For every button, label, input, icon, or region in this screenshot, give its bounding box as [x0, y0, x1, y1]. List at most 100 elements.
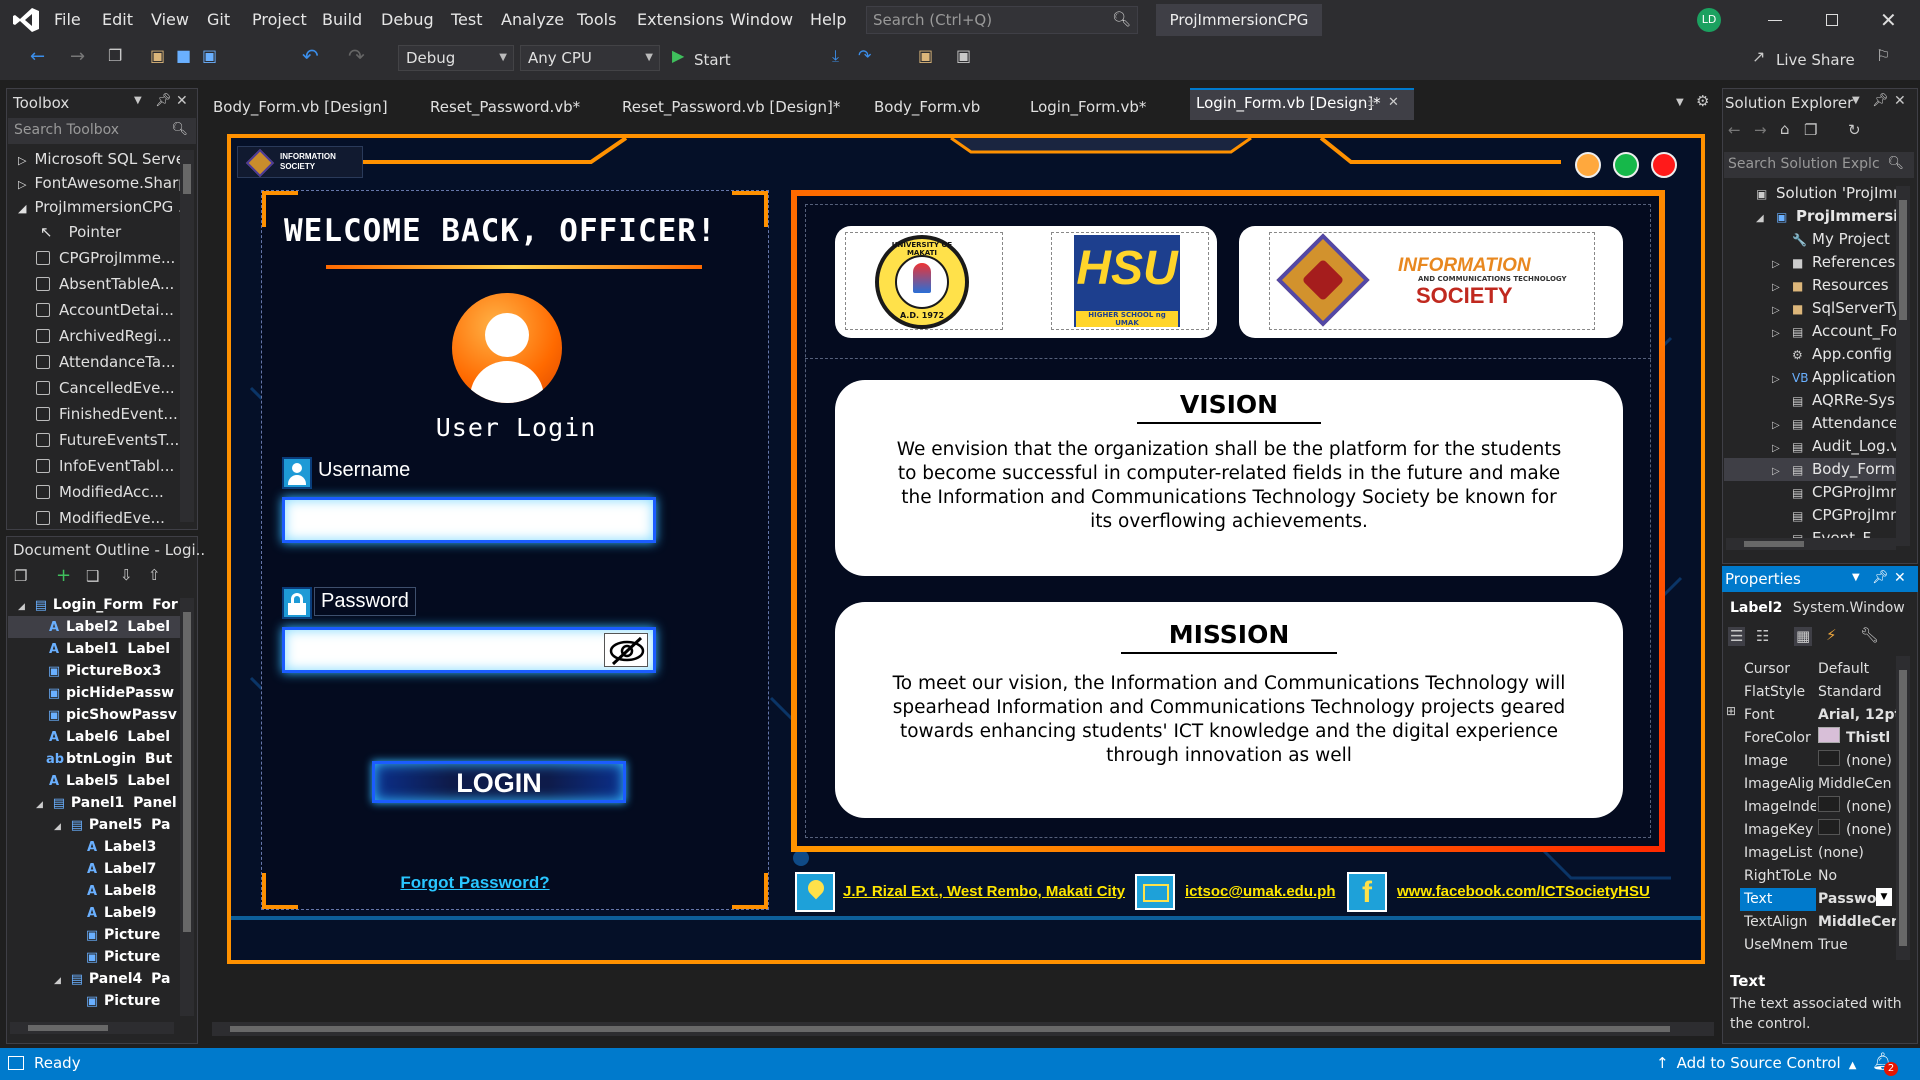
- outline-hscrollbar[interactable]: [10, 1022, 174, 1034]
- solution-item[interactable]: ▷ ■ Resources: [1772, 274, 1896, 297]
- new-project-icon[interactable]: ❐: [108, 48, 122, 64]
- outline-item[interactable]: ▣ Picture: [84, 946, 164, 968]
- solution-item[interactable]: ▤ CPGProjImm: [1772, 504, 1896, 527]
- close-icon[interactable]: ✕: [1894, 571, 1906, 585]
- tab-body-form-vb[interactable]: Body_Form.vb: [874, 93, 980, 123]
- menu-test[interactable]: Test: [451, 0, 483, 40]
- menu-file[interactable]: File: [54, 0, 81, 40]
- password-input[interactable]: [282, 627, 656, 673]
- scrollbar-thumb[interactable]: [1899, 670, 1907, 946]
- dot-minimize[interactable]: [1575, 152, 1601, 178]
- property-value[interactable]: No: [1818, 865, 1898, 888]
- menu-git[interactable]: Git: [207, 0, 230, 40]
- address-link[interactable]: J.P. Rizal Ext., West Rembo, Makati City: [843, 883, 1125, 900]
- expand-font-icon[interactable]: ⊞: [1726, 704, 1736, 718]
- outline-item[interactable]: A Label5 Label: [46, 770, 170, 792]
- outline-item[interactable]: ▣ Picture: [84, 990, 164, 1012]
- config-dropdown[interactable]: Debug ▼: [398, 45, 514, 71]
- outline-item[interactable]: ▣ PictureBox3: [46, 660, 165, 682]
- close-icon[interactable]: ✕: [1388, 95, 1399, 110]
- se-hscrollbar[interactable]: [1726, 538, 1896, 550]
- facebook-link[interactable]: www.facebook.com/ICTSocietyHSU: [1397, 883, 1650, 900]
- solution-item[interactable]: ▤ CPGProjImm: [1772, 481, 1896, 504]
- solution-item[interactable]: ▷▤ Body_Form.v: [1772, 458, 1896, 481]
- designer-hscroll[interactable]: [212, 1022, 1714, 1036]
- feedback-icon[interactable]: ⚐: [1876, 48, 1890, 64]
- scrollbar-thumb[interactable]: [183, 164, 191, 194]
- menu-build[interactable]: Build: [322, 0, 362, 40]
- redo-icon[interactable]: ↷: [348, 46, 365, 66]
- expand-arrow-icon[interactable]: ▷: [1772, 460, 1792, 481]
- close-icon[interactable]: ✕: [1880, 8, 1897, 32]
- collapse-arrow-icon[interactable]: ◢: [18, 602, 25, 612]
- pin-icon[interactable]: ‡: [1368, 96, 1374, 110]
- toolbox-item[interactable]: FinishedEvent...: [36, 401, 178, 427]
- avatar[interactable]: LD: [1697, 8, 1721, 32]
- solution-item[interactable]: ▷ ▤ Audit_Log.vl: [1772, 435, 1896, 458]
- toolbox-item[interactable]: ModifiedEve...: [36, 505, 165, 531]
- close-icon[interactable]: ✕: [1894, 94, 1906, 108]
- history-icon[interactable]: ↻: [1848, 123, 1861, 138]
- solution-item[interactable]: 🔧 My Project: [1772, 228, 1896, 251]
- outline-item[interactable]: ◢ ▤ Panel5 Pa: [54, 814, 170, 836]
- object-selector[interactable]: Label2 System.Window: [1726, 596, 1914, 620]
- live-share-button[interactable]: Live Share: [1776, 43, 1855, 77]
- close-icon[interactable]: ✕: [176, 94, 188, 108]
- collapse-arrow-icon[interactable]: ◢: [36, 800, 43, 810]
- property-value[interactable]: Arial, 12pt: [1818, 704, 1898, 727]
- step-over-icon[interactable]: ↷: [858, 48, 871, 64]
- outline-item[interactable]: ▣ Picture: [84, 924, 164, 946]
- menu-window[interactable]: Window: [730, 0, 793, 40]
- outline-item[interactable]: A Label3: [84, 836, 160, 858]
- platform-dropdown[interactable]: Any CPU ▼: [520, 45, 660, 71]
- solution-item[interactable]: ▷■ SqlServerTyp: [1772, 297, 1896, 320]
- tab-reset-password-design[interactable]: Reset_Password.vb [Design]*: [622, 93, 840, 123]
- menu-debug[interactable]: Debug: [381, 0, 434, 40]
- property-row[interactable]: RightToLe No: [1744, 865, 1894, 888]
- expand-arrow-icon[interactable]: ▷: [1772, 253, 1792, 274]
- solution-item[interactable]: ▷ ■ References: [1772, 251, 1896, 274]
- toolbox-group-fontawesome[interactable]: ▷ FontAwesome.Sharp: [18, 170, 188, 196]
- collapse-arrow-icon[interactable]: ◢: [54, 976, 61, 986]
- find-in-files-icon[interactable]: ▣: [918, 48, 933, 64]
- solution-search[interactable]: Search Solution Explc 🔍︎: [1724, 152, 1914, 178]
- login-button[interactable]: LOGIN: [372, 761, 626, 803]
- outline-item[interactable]: ▣ picShowPassv: [46, 704, 181, 726]
- dot-close[interactable]: [1651, 152, 1677, 178]
- start-button[interactable]: Start: [694, 43, 731, 77]
- text-property-dropdown[interactable]: ▼: [1876, 888, 1892, 906]
- property-row[interactable]: TextAlign MiddleCen: [1744, 911, 1898, 934]
- username-input[interactable]: [282, 497, 656, 543]
- outline-item[interactable]: A Label7: [84, 858, 160, 880]
- outline-item[interactable]: A Label8: [84, 880, 160, 902]
- toolbox-search[interactable]: Search Toolbox 🔍︎: [8, 118, 196, 144]
- property-value[interactable]: Standard: [1818, 681, 1898, 704]
- screenshot-icon[interactable]: ▣: [956, 48, 971, 64]
- property-value[interactable]: True: [1818, 934, 1898, 957]
- expand-arrow-icon[interactable]: ▷: [1772, 276, 1792, 297]
- home-icon[interactable]: ⌂: [1780, 122, 1790, 137]
- save-icon[interactable]: ■: [176, 48, 191, 64]
- dropdown-arrow-icon[interactable]: ▼: [134, 96, 142, 106]
- property-row[interactable]: ImageList (none): [1744, 842, 1894, 865]
- search-box[interactable]: Search (Ctrl+Q) 🔍︎: [866, 6, 1138, 34]
- events-lightning-icon[interactable]: ⚡︎: [1826, 628, 1837, 643]
- expand-arrow-icon[interactable]: ▷: [1772, 322, 1792, 343]
- solution-item[interactable]: ▤ AQRRe-Sys.i: [1772, 389, 1896, 412]
- forgot-password-link[interactable]: Forgot Password?: [262, 873, 688, 893]
- solution-item[interactable]: ⚙ App.config: [1772, 343, 1896, 366]
- toolbox-item[interactable]: AccountDetai...: [36, 297, 174, 323]
- outline-item[interactable]: A Label1 Label: [46, 638, 170, 660]
- pin-icon[interactable]: 📌︎: [155, 94, 172, 107]
- toolbox-item[interactable]: InfoEventTabl...: [36, 453, 174, 479]
- dropdown-arrow-icon[interactable]: ▼: [1852, 96, 1860, 106]
- outline-item[interactable]: ▣ picHidePassw: [46, 682, 178, 704]
- toolbox-item[interactable]: ArchivedRegi...: [36, 323, 172, 349]
- solution-item[interactable]: ◢▣ ProjImmersion: [1756, 205, 1896, 228]
- toolbox-scrollbar[interactable]: [180, 150, 194, 522]
- scrollbar-thumb[interactable]: [28, 1025, 108, 1031]
- scrollbar-thumb[interactable]: [1899, 200, 1907, 320]
- property-pages-icon[interactable]: 🔧︎: [1860, 628, 1879, 643]
- tab-reset-password-vb[interactable]: Reset_Password.vb*: [430, 93, 580, 123]
- move-up-icon[interactable]: ⇧: [148, 568, 161, 583]
